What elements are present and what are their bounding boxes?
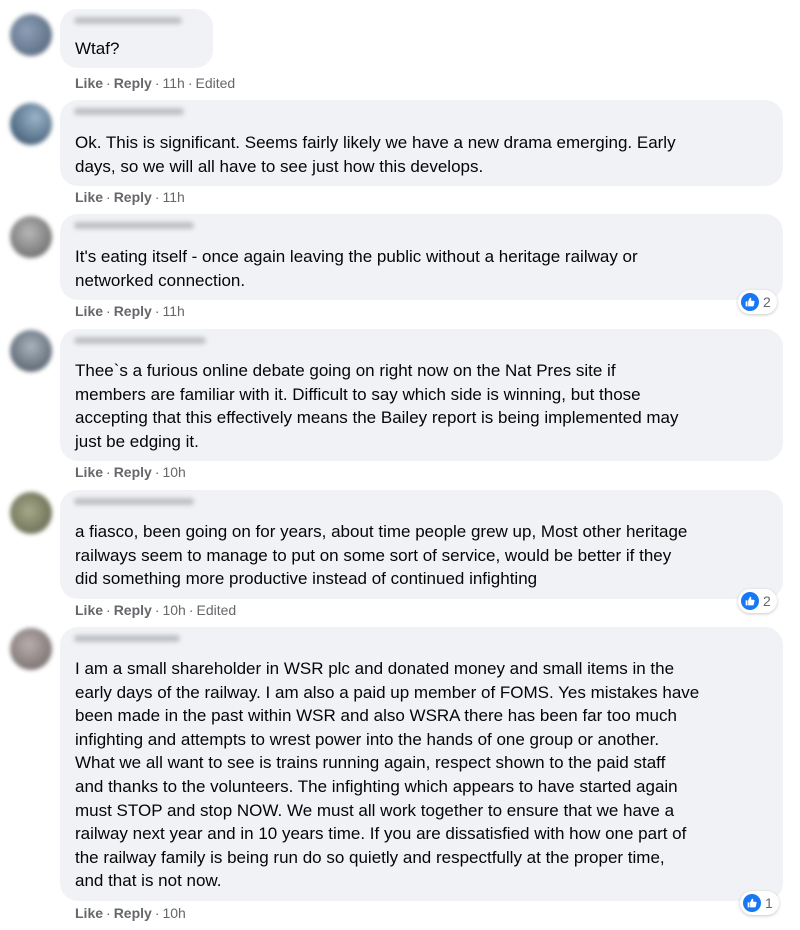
comment-actions: Like · Reply · 10h · Edited	[75, 602, 236, 618]
comment-bubble: I am a small shareholder in WSR plc and …	[60, 627, 783, 901]
author-name[interactable]	[74, 498, 194, 505]
timestamp[interactable]: 11h	[162, 75, 184, 91]
separator: ·	[106, 303, 111, 319]
separator: ·	[106, 464, 111, 480]
separator: ·	[154, 905, 160, 921]
reaction-count: 1	[765, 895, 773, 911]
like-button[interactable]: Like	[75, 905, 103, 921]
separator: ·	[106, 905, 111, 921]
comment-actions: Like · Reply · 11h	[75, 189, 185, 205]
like-button[interactable]: Like	[75, 75, 103, 91]
comment-actions: Like · Reply · 10h	[75, 464, 186, 480]
comment-actions: Like · Reply · 11h	[75, 303, 185, 319]
like-icon	[741, 592, 759, 610]
like-button[interactable]: Like	[75, 602, 103, 618]
comment-bubble: It's eating itself - once again leaving …	[60, 214, 783, 300]
reaction-count-badge[interactable]: 2	[738, 589, 777, 613]
separator: ·	[106, 602, 111, 618]
comment-text: Thee`s a furious online debate going on …	[75, 361, 679, 451]
separator: ·	[187, 75, 193, 91]
comment-bubble: Ok. This is significant. Seems fairly li…	[60, 100, 783, 186]
author-name[interactable]	[74, 337, 206, 344]
comment-text: a fiasco, been going on for years, about…	[75, 522, 688, 589]
reply-button[interactable]: Reply	[114, 464, 152, 480]
timestamp[interactable]: 10h	[162, 905, 185, 921]
reaction-count: 2	[763, 593, 771, 609]
timestamp[interactable]: 10h	[162, 602, 185, 618]
like-icon	[741, 293, 759, 311]
comment-actions: Like · Reply · 10h	[75, 905, 186, 921]
like-button[interactable]: Like	[75, 464, 103, 480]
reaction-count-badge[interactable]: 1	[740, 891, 779, 915]
edited-label: Edited	[195, 75, 236, 91]
reply-button[interactable]: Reply	[114, 189, 152, 205]
timestamp[interactable]: 10h	[162, 464, 185, 480]
separator: ·	[154, 75, 160, 91]
comment-bubble: Wtaf?	[60, 9, 213, 68]
comment-bubble: a fiasco, been going on for years, about…	[60, 490, 783, 599]
comment-text: It's eating itself - once again leaving …	[75, 247, 638, 290]
edited-label: Edited	[196, 602, 237, 618]
author-name[interactable]	[74, 222, 194, 229]
comment-actions: Like · Reply · 11h · Edited	[75, 75, 235, 91]
comment-text: I am a small shareholder in WSR plc and …	[75, 659, 700, 891]
separator: ·	[154, 602, 160, 618]
comment-text: Ok. This is significant. Seems fairly li…	[75, 133, 676, 176]
author-name[interactable]	[74, 17, 182, 24]
like-button[interactable]: Like	[75, 303, 103, 319]
author-name[interactable]	[74, 108, 184, 115]
separator: ·	[154, 303, 160, 319]
author-name[interactable]	[74, 635, 180, 642]
reply-button[interactable]: Reply	[114, 905, 152, 921]
avatar[interactable]	[10, 103, 52, 145]
avatar[interactable]	[10, 330, 52, 372]
separator: ·	[154, 189, 160, 205]
like-icon	[743, 894, 761, 912]
separator: ·	[106, 75, 111, 91]
reply-button[interactable]: Reply	[114, 303, 152, 319]
avatar[interactable]	[10, 216, 52, 258]
comment-bubble: Thee`s a furious online debate going on …	[60, 329, 783, 461]
avatar[interactable]	[10, 628, 52, 670]
reaction-count: 2	[763, 294, 771, 310]
like-button[interactable]: Like	[75, 189, 103, 205]
avatar[interactable]	[10, 492, 52, 534]
separator: ·	[188, 602, 194, 618]
timestamp[interactable]: 11h	[162, 189, 184, 205]
avatar[interactable]	[10, 14, 52, 56]
separator: ·	[154, 464, 160, 480]
timestamp[interactable]: 11h	[162, 303, 184, 319]
reply-button[interactable]: Reply	[114, 602, 152, 618]
comment-text: Wtaf?	[75, 39, 120, 58]
reaction-count-badge[interactable]: 2	[738, 290, 777, 314]
separator: ·	[106, 189, 111, 205]
reply-button[interactable]: Reply	[114, 75, 152, 91]
